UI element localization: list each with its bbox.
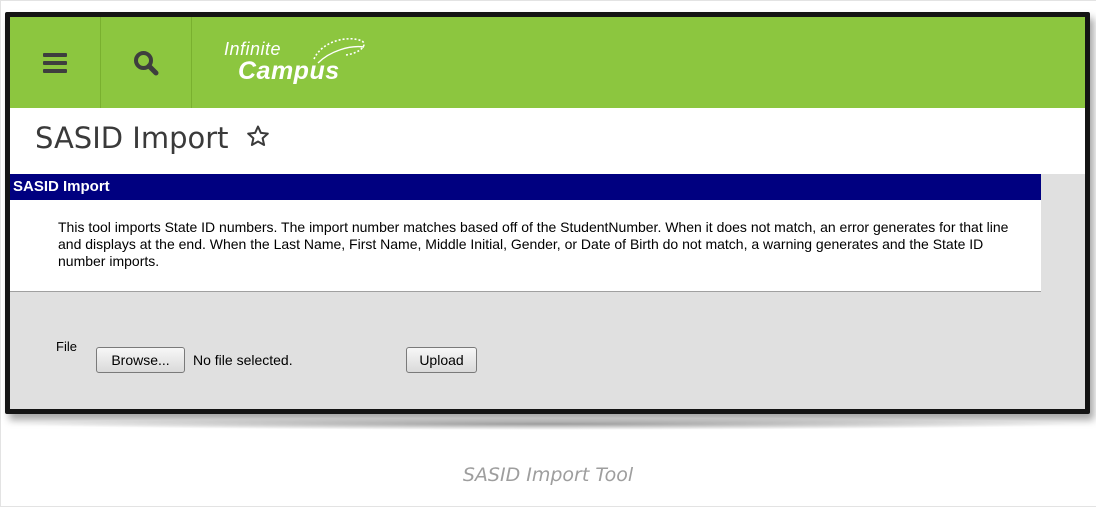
hamburger-icon [43,52,67,73]
screenshot-shadow [14,418,1082,430]
infinite-campus-logo[interactable]: Infinite Campus [224,33,384,93]
star-outline-icon[interactable] [246,124,270,148]
panel-body: This tool imports State ID numbers. The … [10,200,1041,292]
tool-description: This tool imports State ID numbers. The … [58,219,1009,269]
top-navigation-bar: Infinite Campus [10,17,1085,108]
search-button[interactable] [101,17,192,108]
file-label: File [56,339,77,354]
upload-button[interactable]: Upload [406,347,477,373]
panel-header: SASID Import [10,174,1041,200]
menu-button[interactable] [10,17,101,108]
page-title: SASID Import [35,121,229,155]
page-title-bar: SASID Import [10,108,1085,174]
search-icon [134,50,159,75]
image-caption: SASID Import Tool [462,464,634,486]
screenshot-frame: Infinite Campus SASID Import SASID Impor… [5,12,1090,414]
logo-swoosh-icon [313,37,365,64]
file-status-text: No file selected. [193,352,293,368]
browse-button[interactable]: Browse... [96,347,185,373]
